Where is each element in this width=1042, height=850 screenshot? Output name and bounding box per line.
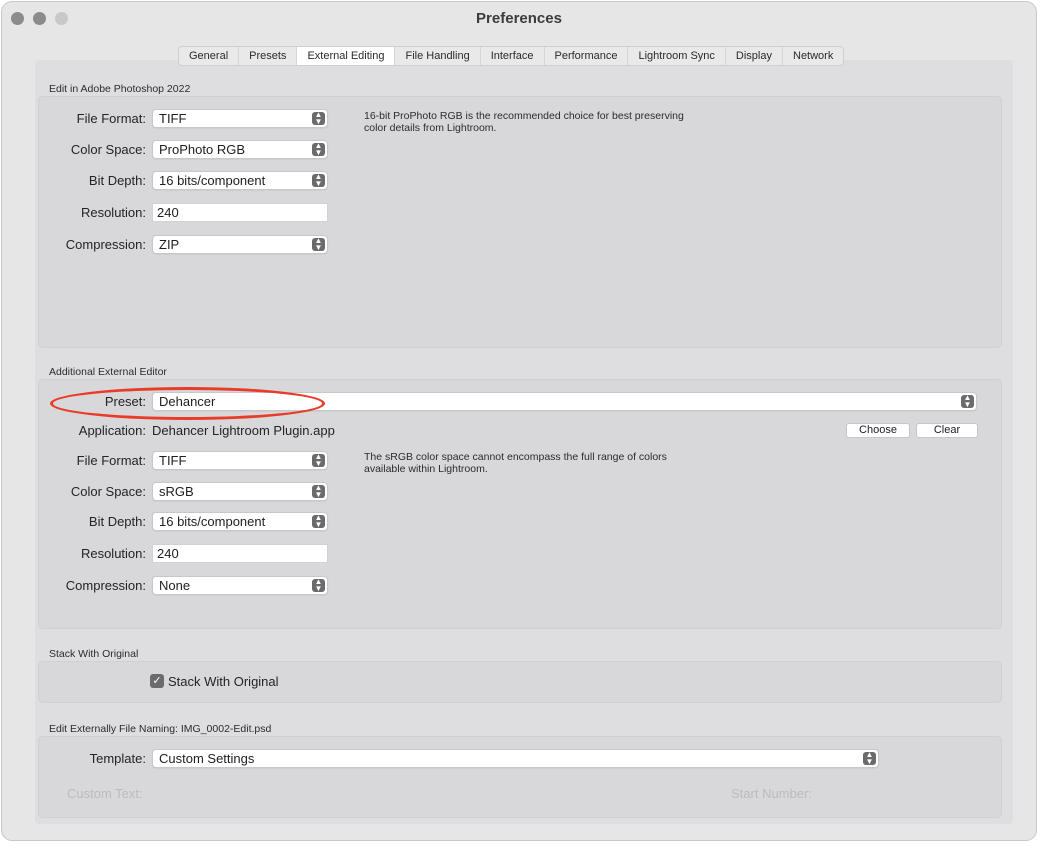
preset-value: Dehancer (159, 394, 216, 409)
ae-color-hint: The sRGB color space cannot encompass th… (364, 451, 667, 475)
stack-section-title: Stack With Original (49, 648, 139, 660)
choose-button[interactable]: Choose (846, 423, 910, 438)
template-value: Custom Settings (159, 751, 255, 766)
ae-color-space-popup[interactable]: sRGB ▲ ▼ (152, 482, 328, 501)
ps-compression-label: Compression: (65, 237, 146, 252)
ae-file-format-label: File Format: (76, 453, 146, 468)
additional-editor-section-title: Additional External Editor (49, 366, 167, 378)
file-naming-example: IMG_0002-Edit.psd (180, 723, 272, 735)
ps-color-space-label: Color Space: (70, 142, 146, 157)
file-naming-section-title: Edit Externally File Naming: IMG_0002-Ed… (49, 723, 271, 735)
ae-resolution-field[interactable]: 240 (152, 544, 328, 563)
stack-with-original-label: Stack With Original (168, 674, 279, 689)
up-down-chevron-icon: ▲ ▼ (312, 237, 325, 251)
ae-hint-line-1: The sRGB color space cannot encompass th… (364, 451, 667, 463)
up-down-chevron-icon: ▲ ▼ (312, 142, 325, 156)
ae-file-format-value: TIFF (159, 453, 187, 468)
ae-compression-value: None (159, 578, 191, 593)
ps-compression-popup[interactable]: ZIP ▲ ▼ (152, 235, 328, 254)
tab-general[interactable]: General (179, 47, 240, 65)
tab-display[interactable]: Display (726, 47, 783, 65)
window-title: Preferences (476, 10, 562, 27)
application-label: Application: (78, 423, 146, 438)
ps-bit-depth-popup[interactable]: 16 bits/component ▲ ▼ (152, 171, 328, 190)
tab-interface[interactable]: Interface (481, 47, 545, 65)
ps-bit-depth-value: 16 bits/component (159, 173, 266, 188)
file-naming-title-text: Edit Externally File Naming: (49, 723, 178, 735)
preferences-window: Preferences General Presets External Edi… (2, 2, 1036, 840)
clear-button[interactable]: Clear (916, 423, 978, 438)
ae-bit-depth-label: Bit Depth: (88, 514, 146, 529)
ps-color-hint: 16-bit ProPhoto RGB is the recommended c… (364, 110, 684, 134)
template-popup[interactable]: Custom Settings ▲ ▼ (152, 749, 879, 768)
up-down-chevron-icon: ▲ ▼ (312, 578, 325, 592)
ae-color-space-label: Color Space: (70, 484, 146, 499)
up-down-chevron-icon: ▲ ▼ (312, 111, 325, 125)
tab-network[interactable]: Network (783, 47, 843, 65)
tab-performance[interactable]: Performance (545, 47, 629, 65)
stack-with-original-checkbox[interactable]: ✓ (150, 674, 164, 688)
ps-file-format-value: TIFF (159, 111, 187, 126)
preset-label: Preset: (104, 394, 146, 409)
preset-popup[interactable]: Dehancer ▲ ▼ (152, 392, 977, 411)
ae-hint-line-2: available within Lightroom. (364, 463, 488, 475)
tab-lightroom-sync[interactable]: Lightroom Sync (628, 47, 726, 65)
tab-external-editing[interactable]: External Editing (297, 47, 396, 65)
ps-bit-depth-label: Bit Depth: (88, 173, 146, 188)
ps-color-space-value: ProPhoto RGB (159, 142, 245, 157)
tab-presets[interactable]: Presets (239, 47, 298, 65)
ps-color-space-popup[interactable]: ProPhoto RGB ▲ ▼ (152, 140, 328, 159)
ps-resolution-field[interactable]: 240 (152, 203, 328, 222)
ae-resolution-label: Resolution: (80, 546, 146, 561)
ae-compression-popup[interactable]: None ▲ ▼ (152, 576, 328, 595)
checkmark-icon: ✓ (152, 675, 162, 687)
ps-hint-line-2: color details from Lightroom. (364, 122, 497, 134)
ps-hint-line-1: 16-bit ProPhoto RGB is the recommended c… (364, 110, 684, 122)
application-value: Dehancer Lightroom Plugin.app (152, 423, 335, 438)
ps-file-format-popup[interactable]: TIFF ▲ ▼ (152, 109, 328, 128)
template-label: Template: (89, 751, 146, 766)
ps-file-format-label: File Format: (76, 111, 146, 126)
ps-compression-value: ZIP (159, 237, 180, 252)
up-down-chevron-icon: ▲ ▼ (312, 484, 325, 498)
up-down-chevron-icon: ▲ ▼ (312, 453, 325, 467)
ae-compression-label: Compression: (65, 578, 146, 593)
up-down-chevron-icon: ▲ ▼ (863, 751, 876, 765)
tab-file-handling[interactable]: File Handling (395, 47, 481, 65)
start-number-label: Start Number: (731, 786, 812, 801)
up-down-chevron-icon: ▲ ▼ (312, 514, 325, 528)
title-bar: Preferences (2, 2, 1036, 36)
ae-bit-depth-popup[interactable]: 16 bits/component ▲ ▼ (152, 512, 328, 531)
ae-bit-depth-value: 16 bits/component (159, 514, 266, 529)
photoshop-section-title: Edit in Adobe Photoshop 2022 (49, 83, 191, 95)
preferences-tab-bar: General Presets External Editing File Ha… (178, 46, 845, 66)
up-down-chevron-icon: ▲ ▼ (961, 394, 974, 408)
ae-color-space-value: sRGB (159, 484, 194, 499)
ae-file-format-popup[interactable]: TIFF ▲ ▼ (152, 451, 328, 470)
custom-text-label: Custom Text: (67, 786, 143, 801)
ps-resolution-label: Resolution: (80, 205, 146, 220)
up-down-chevron-icon: ▲ ▼ (312, 173, 325, 187)
